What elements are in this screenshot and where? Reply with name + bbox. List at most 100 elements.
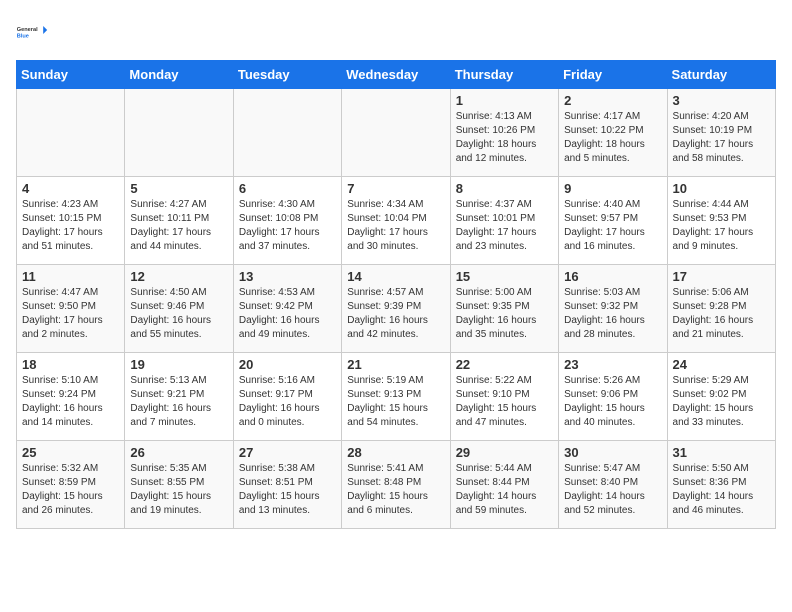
calendar-cell: 20 Sunrise: 5:16 AMSunset: 9:17 PMDayligh… bbox=[233, 353, 341, 441]
header-sunday: Sunday bbox=[17, 61, 125, 89]
day-info: Sunrise: 4:57 AMSunset: 9:39 PMDaylight:… bbox=[347, 286, 444, 342]
day-info: Sunrise: 5:16 AMSunset: 9:17 PMDaylight:… bbox=[239, 374, 336, 430]
calendar-cell: 28 Sunrise: 5:41 AMSunset: 8:48 PMDayligh… bbox=[342, 441, 450, 529]
calendar-cell: 7 Sunrise: 4:34 AMSunset: 10:04 PMDayligh… bbox=[342, 177, 450, 265]
day-info: Sunrise: 5:41 AMSunset: 8:48 PMDaylight:… bbox=[347, 462, 444, 518]
day-number: 3 bbox=[673, 93, 770, 108]
calendar-cell bbox=[342, 89, 450, 177]
day-number: 10 bbox=[673, 181, 770, 196]
day-info: Sunrise: 4:34 AMSunset: 10:04 PMDaylight… bbox=[347, 198, 444, 254]
week-row-4: 25 Sunrise: 5:32 AMSunset: 8:59 PMDayligh… bbox=[17, 441, 776, 529]
calendar-cell: 13 Sunrise: 4:53 AMSunset: 9:42 PMDayligh… bbox=[233, 265, 341, 353]
calendar-cell: 12Sunrise: 4:50 AMSunset: 9:46 PMDayligh… bbox=[125, 265, 233, 353]
day-number: 22 bbox=[456, 357, 553, 372]
day-number: 17 bbox=[673, 269, 770, 284]
day-info: Sunrise: 5:29 AMSunset: 9:02 PMDaylight:… bbox=[673, 374, 770, 430]
day-info: Sunrise: 4:50 AMSunset: 9:46 PMDaylight:… bbox=[130, 286, 227, 342]
calendar-cell: 27 Sunrise: 5:38 AMSunset: 8:51 PMDayligh… bbox=[233, 441, 341, 529]
day-info: Sunrise: 5:26 AMSunset: 9:06 PMDaylight:… bbox=[564, 374, 661, 430]
logo-icon: GeneralBlue bbox=[16, 16, 48, 48]
calendar-cell: 5 Sunrise: 4:27 AMSunset: 10:11 PMDayligh… bbox=[125, 177, 233, 265]
day-number: 15 bbox=[456, 269, 553, 284]
day-number: 18 bbox=[22, 357, 119, 372]
calendar-cell: 22 Sunrise: 5:22 AMSunset: 9:10 PMDayligh… bbox=[450, 353, 558, 441]
week-row-0: 1 Sunrise: 4:13 AMSunset: 10:26 PMDayligh… bbox=[17, 89, 776, 177]
calendar-cell: 16Sunrise: 5:03 AMSunset: 9:32 PMDayligh… bbox=[559, 265, 667, 353]
day-number: 28 bbox=[347, 445, 444, 460]
header-monday: Monday bbox=[125, 61, 233, 89]
calendar-cell: 25 Sunrise: 5:32 AMSunset: 8:59 PMDayligh… bbox=[17, 441, 125, 529]
calendar-cell: 18Sunrise: 5:10 AMSunset: 9:24 PMDayligh… bbox=[17, 353, 125, 441]
day-number: 29 bbox=[456, 445, 553, 460]
calendar-cell bbox=[233, 89, 341, 177]
calendar-table: SundayMondayTuesdayWednesdayThursdayFrid… bbox=[16, 60, 776, 529]
calendar-cell bbox=[125, 89, 233, 177]
calendar-cell: 26Sunrise: 5:35 AMSunset: 8:55 PMDayligh… bbox=[125, 441, 233, 529]
calendar-cell: 11 Sunrise: 4:47 AMSunset: 9:50 PMDayligh… bbox=[17, 265, 125, 353]
day-number: 31 bbox=[673, 445, 770, 460]
day-number: 5 bbox=[130, 181, 227, 196]
svg-text:General: General bbox=[17, 27, 38, 33]
calendar-cell: 31 Sunrise: 5:50 AMSunset: 8:36 PMDayligh… bbox=[667, 441, 775, 529]
svg-text:Blue: Blue bbox=[17, 34, 29, 40]
calendar-cell: 24 Sunrise: 5:29 AMSunset: 9:02 PMDayligh… bbox=[667, 353, 775, 441]
calendar-cell: 19 Sunrise: 5:13 AMSunset: 9:21 PMDayligh… bbox=[125, 353, 233, 441]
week-row-2: 11 Sunrise: 4:47 AMSunset: 9:50 PMDayligh… bbox=[17, 265, 776, 353]
day-info: Sunrise: 5:13 AMSunset: 9:21 PMDaylight:… bbox=[130, 374, 227, 430]
calendar-cell bbox=[17, 89, 125, 177]
day-number: 11 bbox=[22, 269, 119, 284]
day-info: Sunrise: 4:13 AMSunset: 10:26 PMDaylight… bbox=[456, 110, 553, 166]
day-number: 13 bbox=[239, 269, 336, 284]
day-info: Sunrise: 4:20 AMSunset: 10:19 PMDaylight… bbox=[673, 110, 770, 166]
calendar-cell: 1 Sunrise: 4:13 AMSunset: 10:26 PMDayligh… bbox=[450, 89, 558, 177]
day-number: 7 bbox=[347, 181, 444, 196]
day-info: Sunrise: 5:06 AMSunset: 9:28 PMDaylight:… bbox=[673, 286, 770, 342]
day-info: Sunrise: 5:22 AMSunset: 9:10 PMDaylight:… bbox=[456, 374, 553, 430]
day-info: Sunrise: 5:44 AMSunset: 8:44 PMDaylight:… bbox=[456, 462, 553, 518]
day-info: Sunrise: 4:17 AMSunset: 10:22 PMDaylight… bbox=[564, 110, 661, 166]
day-number: 25 bbox=[22, 445, 119, 460]
day-number: 2 bbox=[564, 93, 661, 108]
calendar-cell: 14Sunrise: 4:57 AMSunset: 9:39 PMDayligh… bbox=[342, 265, 450, 353]
day-info: Sunrise: 5:50 AMSunset: 8:36 PMDaylight:… bbox=[673, 462, 770, 518]
day-number: 6 bbox=[239, 181, 336, 196]
day-info: Sunrise: 5:38 AMSunset: 8:51 PMDaylight:… bbox=[239, 462, 336, 518]
week-row-1: 4Sunrise: 4:23 AMSunset: 10:15 PMDayligh… bbox=[17, 177, 776, 265]
day-info: Sunrise: 5:19 AMSunset: 9:13 PMDaylight:… bbox=[347, 374, 444, 430]
calendar-cell: 4Sunrise: 4:23 AMSunset: 10:15 PMDayligh… bbox=[17, 177, 125, 265]
calendar-cell: 10Sunrise: 4:44 AMSunset: 9:53 PMDayligh… bbox=[667, 177, 775, 265]
calendar-cell: 9 Sunrise: 4:40 AMSunset: 9:57 PMDaylight… bbox=[559, 177, 667, 265]
day-number: 4 bbox=[22, 181, 119, 196]
day-number: 8 bbox=[456, 181, 553, 196]
day-number: 19 bbox=[130, 357, 227, 372]
calendar-cell: 3 Sunrise: 4:20 AMSunset: 10:19 PMDayligh… bbox=[667, 89, 775, 177]
calendar-cell: 17 Sunrise: 5:06 AMSunset: 9:28 PMDayligh… bbox=[667, 265, 775, 353]
day-info: Sunrise: 4:27 AMSunset: 10:11 PMDaylight… bbox=[130, 198, 227, 254]
day-number: 23 bbox=[564, 357, 661, 372]
day-info: Sunrise: 4:37 AMSunset: 10:01 PMDaylight… bbox=[456, 198, 553, 254]
calendar-cell: 15 Sunrise: 5:00 AMSunset: 9:35 PMDayligh… bbox=[450, 265, 558, 353]
day-number: 1 bbox=[456, 93, 553, 108]
header-friday: Friday bbox=[559, 61, 667, 89]
calendar-cell: 21Sunrise: 5:19 AMSunset: 9:13 PMDayligh… bbox=[342, 353, 450, 441]
day-info: Sunrise: 4:53 AMSunset: 9:42 PMDaylight:… bbox=[239, 286, 336, 342]
header-tuesday: Tuesday bbox=[233, 61, 341, 89]
calendar-cell: 8 Sunrise: 4:37 AMSunset: 10:01 PMDayligh… bbox=[450, 177, 558, 265]
week-row-3: 18Sunrise: 5:10 AMSunset: 9:24 PMDayligh… bbox=[17, 353, 776, 441]
logo: GeneralBlue bbox=[16, 16, 48, 48]
day-number: 26 bbox=[130, 445, 227, 460]
day-number: 27 bbox=[239, 445, 336, 460]
calendar-cell: 6Sunrise: 4:30 AMSunset: 10:08 PMDayligh… bbox=[233, 177, 341, 265]
day-info: Sunrise: 5:00 AMSunset: 9:35 PMDaylight:… bbox=[456, 286, 553, 342]
header-wednesday: Wednesday bbox=[342, 61, 450, 89]
day-number: 20 bbox=[239, 357, 336, 372]
day-number: 16 bbox=[564, 269, 661, 284]
calendar-cell: 23 Sunrise: 5:26 AMSunset: 9:06 PMDayligh… bbox=[559, 353, 667, 441]
calendar-header-row: SundayMondayTuesdayWednesdayThursdayFrid… bbox=[17, 61, 776, 89]
day-number: 24 bbox=[673, 357, 770, 372]
day-info: Sunrise: 4:47 AMSunset: 9:50 PMDaylight:… bbox=[22, 286, 119, 342]
day-number: 9 bbox=[564, 181, 661, 196]
day-info: Sunrise: 4:40 AMSunset: 9:57 PMDaylight:… bbox=[564, 198, 661, 254]
day-info: Sunrise: 5:32 AMSunset: 8:59 PMDaylight:… bbox=[22, 462, 119, 518]
header-saturday: Saturday bbox=[667, 61, 775, 89]
